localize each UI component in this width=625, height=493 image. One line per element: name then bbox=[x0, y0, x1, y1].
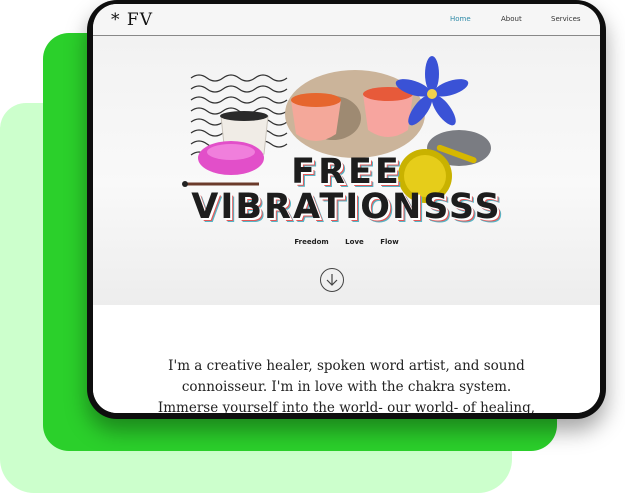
tag-love: Love bbox=[345, 238, 364, 246]
top-nav: * FV Home About Services bbox=[93, 4, 600, 36]
scroll-down-button[interactable] bbox=[320, 268, 344, 292]
tag-freedom: Freedom bbox=[294, 238, 329, 246]
hero-section: FREE VIBRATIONSSS Freedom Love Flow bbox=[93, 36, 600, 305]
intro-paragraph: I'm a creative healer, spoken word artis… bbox=[157, 357, 536, 414]
tag-flow: Flow bbox=[380, 238, 399, 246]
nav-home-link[interactable]: Home bbox=[450, 15, 471, 23]
nav-about-link[interactable]: About bbox=[501, 15, 522, 23]
website-screen: * FV Home About Services FREE VIBRATIONS… bbox=[93, 4, 600, 413]
site-logo[interactable]: * FV bbox=[111, 10, 153, 30]
nav-services-link[interactable]: Services bbox=[551, 15, 581, 23]
hero-tagline: Freedom Love Flow bbox=[93, 238, 600, 246]
hero-title-line-1: FREE bbox=[291, 152, 402, 192]
mockup-stage: * FV Home About Services FREE VIBRATIONS… bbox=[0, 0, 625, 493]
arrow-down-icon bbox=[326, 274, 338, 286]
intro-section: I'm a creative healer, spoken word artis… bbox=[93, 305, 600, 413]
tablet-frame: * FV Home About Services FREE VIBRATIONS… bbox=[87, 0, 606, 419]
hero-title-line-2: VIBRATIONSSS bbox=[191, 187, 502, 227]
